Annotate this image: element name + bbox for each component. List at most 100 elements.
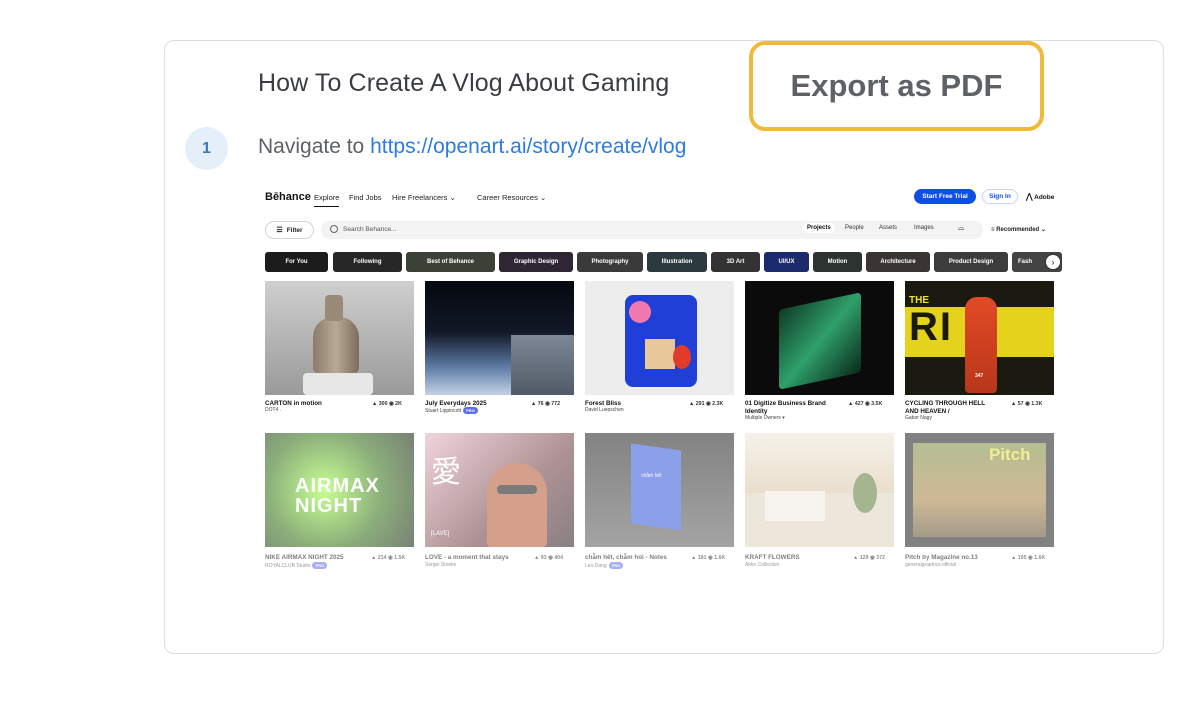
segment-people[interactable]: People	[845, 225, 864, 231]
project-owner[interactable]: David Luepschen	[585, 407, 624, 413]
pro-badge: PRO	[608, 562, 624, 569]
project-title[interactable]: NIKE AIRMAX NIGHT 2025	[265, 554, 360, 562]
adobe-icon: ⋀	[1026, 192, 1033, 201]
tile-book-text: chẵm hết	[641, 473, 662, 479]
project-title[interactable]: KRAFT FLOWERS	[745, 554, 840, 562]
adobe-link[interactable]: ⋀ Adobe	[1026, 192, 1054, 201]
project-thumbnail[interactable]: 愛 [LAVE]	[425, 433, 574, 547]
project-stats: ▲ 291 ◉ 2.3K	[689, 401, 724, 407]
nav-career-resources[interactable]: Career Resources ⌄	[477, 193, 546, 202]
green-tablet	[779, 292, 861, 390]
project-stats: ▲ 300 ◉ 2K	[372, 401, 402, 407]
project-thumbnail[interactable]	[745, 281, 894, 395]
sort-icon: ≡	[991, 227, 995, 233]
project-stats: ▲ 214 ◉ 1.5K	[371, 555, 406, 561]
segment-assets[interactable]: Assets	[879, 225, 897, 231]
pro-badge: PRO	[463, 407, 478, 414]
project-thumbnail[interactable]: Pitch	[905, 433, 1054, 547]
guide-title: How To Create A Vlog About Gaming	[258, 69, 670, 97]
project-stats: ▲ 195 ◉ 1.6K	[1011, 555, 1046, 561]
bib-number: 347	[975, 373, 984, 379]
category-photography[interactable]: Photography	[577, 252, 643, 272]
category-for-you[interactable]: For You	[265, 252, 328, 272]
tile-pitch-text: Pitch	[989, 445, 1031, 464]
counter	[765, 491, 825, 521]
vase-neck	[325, 295, 343, 321]
nav-hire-freelancers[interactable]: Hire Freelancers ⌄	[392, 193, 456, 202]
project-title[interactable]: chẵm hết, chẵm hỏi - Notes	[585, 554, 680, 562]
pink-spot	[629, 301, 651, 323]
blue-book	[631, 443, 681, 531]
category-ui-ux[interactable]: UI/UX	[764, 252, 809, 272]
vase-shape	[313, 317, 359, 375]
guide-card: How To Create A Vlog About Gaming Export…	[164, 40, 1164, 654]
nav-find-jobs[interactable]: Find Jobs	[349, 193, 382, 202]
category-best-of-behance[interactable]: Best of Behance	[406, 252, 495, 272]
category-following[interactable]: Following	[333, 252, 402, 272]
chevron-right-icon[interactable]: ›	[1046, 255, 1060, 269]
project-owner[interactable]: Gabor Nagy	[905, 415, 932, 421]
project-owner[interactable]: Akko Collective	[745, 562, 779, 568]
sunglasses	[497, 485, 537, 494]
step-instruction: Navigate to https://openart.ai/story/cre…	[258, 135, 686, 159]
project-owner[interactable]: ROYALCLUB Studio PRO	[265, 562, 328, 569]
project-stats: ▲ 93 ◉ 404	[534, 555, 564, 561]
category-motion[interactable]: Motion	[813, 252, 862, 272]
project-stats: ▲ 76 ◉ 772	[531, 401, 561, 407]
project-thumbnail[interactable]	[425, 281, 574, 395]
project-title[interactable]: CYCLING THROUGH HELL AND HEAVEN /	[905, 400, 1000, 415]
project-owner[interactable]: Sergei Stoeke	[425, 562, 456, 568]
project-title[interactable]: LOVE - a moment that stays	[425, 554, 520, 562]
project-thumbnail[interactable]	[745, 433, 894, 547]
step-number-badge: 1	[185, 127, 228, 170]
segment-images[interactable]: Images	[914, 225, 934, 231]
category-3d-art[interactable]: 3D Art	[711, 252, 760, 272]
category-architecture[interactable]: Architecture	[866, 252, 930, 272]
step-link[interactable]: https://openart.ai/story/create/vlog	[370, 135, 686, 158]
spacecraft-panel	[511, 335, 574, 395]
chat-bubble-icon[interactable]: ⌓	[958, 223, 964, 233]
start-free-trial-button[interactable]: Start Free Trial	[914, 189, 976, 204]
red-spot	[673, 345, 691, 369]
project-owner[interactable]: DOT4 .	[265, 407, 281, 413]
step-prefix: Navigate to	[258, 135, 371, 158]
category-product-design[interactable]: Product Design	[934, 252, 1008, 272]
tile-love-tag: [LAVE]	[431, 531, 450, 537]
project-title[interactable]: 01 Digitize Business Brand Identity	[745, 400, 840, 415]
segment-projects[interactable]: Projects	[803, 223, 835, 233]
search-icon	[330, 225, 338, 233]
adobe-label: Adobe	[1034, 194, 1055, 201]
search-placeholder: Search Behance...	[343, 226, 397, 233]
export-pdf-button[interactable]: Export as PDF	[749, 41, 1044, 131]
category-bar: For You Following Best of Behance Graphi…	[265, 252, 1063, 272]
filter-icon: ☰	[276, 227, 283, 234]
category-illustration[interactable]: Illustration	[647, 252, 707, 272]
backpack-pocket	[645, 339, 675, 369]
project-owner[interactable]: Stuart Lippincott PRO	[425, 407, 478, 414]
sign-in-button[interactable]: Sign In	[982, 189, 1018, 204]
tile-night-text: NIGHT	[295, 495, 363, 517]
category-graphic-design[interactable]: Graphic Design	[499, 252, 573, 272]
project-thumbnail[interactable]: AIRMAX NIGHT	[265, 433, 414, 547]
tile-love-character: 愛	[431, 456, 461, 489]
behance-logo[interactable]: Bēhance	[265, 191, 311, 203]
pedestal	[303, 373, 373, 395]
project-title[interactable]: Pitch by Magazine no.13	[905, 554, 1000, 562]
project-owner[interactable]: Multiple Owners ▾	[745, 415, 785, 421]
project-thumbnail[interactable]	[585, 281, 734, 395]
sort-label: Recommended	[996, 227, 1040, 233]
pro-badge: PRO	[312, 562, 328, 569]
project-owner[interactable]: generalgraphics.official	[905, 562, 956, 568]
sort-dropdown[interactable]: ≡ Recommended ⌄	[991, 226, 1046, 233]
project-thumbnail[interactable]: THE RI T 347	[905, 281, 1054, 395]
project-stats: ▲ 129 ◉ 372	[853, 555, 885, 561]
project-owner[interactable]: Leo Dang PRO	[585, 562, 624, 569]
filter-button[interactable]: ☰ Filter	[265, 221, 314, 239]
project-stats: ▲ 57 ◉ 1.3K	[1011, 401, 1043, 407]
project-stats: ▲ 427 ◉ 3.5K	[848, 401, 883, 407]
behance-screenshot: Bēhance Explore Find Jobs Hire Freelance…	[255, 181, 1063, 586]
project-thumbnail[interactable]: chẵm hết	[585, 433, 734, 547]
project-thumbnail[interactable]	[265, 281, 414, 395]
filter-label: Filter	[286, 226, 303, 234]
nav-explore[interactable]: Explore	[314, 193, 340, 207]
